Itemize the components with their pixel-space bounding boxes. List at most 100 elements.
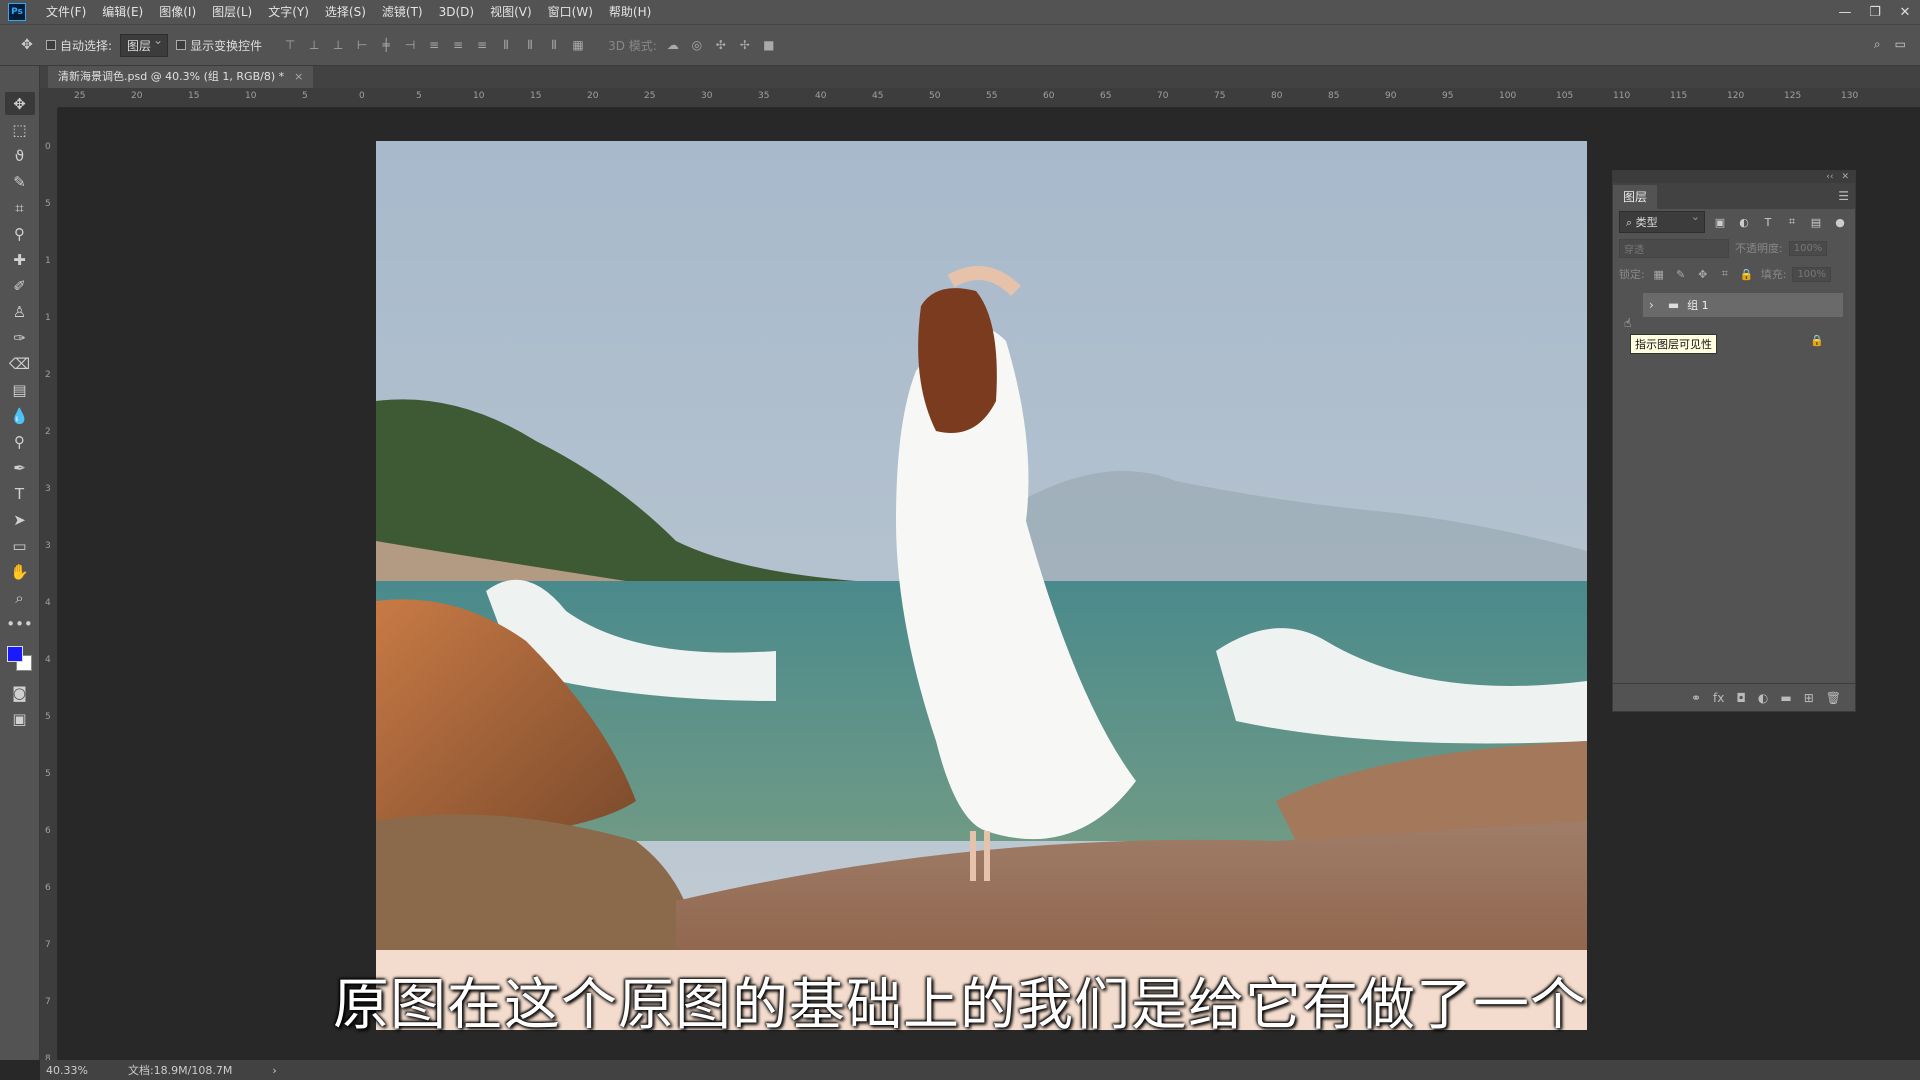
align-hcenter-icon[interactable]: ╪ [378,37,394,53]
dodge-tool-icon[interactable]: ⚲ [5,430,35,453]
lasso-tool-icon[interactable]: ϑ [5,144,35,167]
adjustment-filter-icon[interactable]: ◐ [1735,216,1753,229]
close-tab-icon[interactable]: × [294,66,303,88]
pixel-filter-icon[interactable]: ▣ [1711,216,1729,229]
link-layers-icon[interactable]: ⚭ [1691,691,1701,705]
lock-image-icon[interactable]: ✎ [1673,268,1689,281]
blend-mode-dropdown[interactable]: 穿透 [1619,238,1729,258]
align-right-icon[interactable]: ⊣ [402,37,418,53]
type-tool-icon[interactable]: T [5,482,35,505]
blur-tool-icon[interactable]: 💧 [5,404,35,427]
auto-select-checkbox[interactable]: 自动选择: [46,37,112,54]
tab-layers[interactable]: 图层 [1613,185,1658,209]
fill-field[interactable]: 100% [1792,266,1832,282]
new-group-icon[interactable]: ▬ [1780,691,1791,705]
history-brush-tool-icon[interactable]: ✑ [5,326,35,349]
align-vcenter-icon[interactable]: ⊥ [306,37,322,53]
lock-transparent-icon[interactable]: ▦ [1651,268,1667,281]
workspace-icon[interactable]: ▭ [1895,37,1906,52]
menu-edit[interactable]: 编辑(E) [94,0,151,24]
ruler-tick-label: 100 [1499,91,1517,101]
layer-row-group-1[interactable]: › ▬ 组 1 [1643,293,1843,317]
checkbox-box[interactable] [176,40,187,50]
eyedropper-tool-icon[interactable]: ⚲ [5,222,35,245]
align-top-icon[interactable]: ⊤ [282,37,298,53]
lock-all-icon[interactable]: 🔒 [1739,268,1755,281]
lock-position-icon[interactable]: ✥ [1695,268,1711,281]
screen-mode-icon[interactable]: ▣ [5,707,35,730]
move-tool-icon[interactable]: ✥ [16,37,38,53]
orbit-3d-icon[interactable]: ☁ [665,37,681,53]
ruler-tick-label: 5 [45,199,51,209]
adjustment-layer-icon[interactable]: ◐ [1758,691,1768,705]
more-tools-icon[interactable]: ••• [5,612,35,635]
distribute-left-icon[interactable]: ⫴ [498,37,514,53]
filter-toggle-icon[interactable]: ● [1831,216,1849,229]
align-left-icon[interactable]: ⊢ [354,37,370,53]
menu-window[interactable]: 窗口(W) [540,0,601,24]
menu-image[interactable]: 图像(I) [151,0,204,24]
close-window-icon[interactable]: ✕ [1890,0,1920,24]
collapse-panel-icon[interactable]: ‹‹ [1826,171,1833,183]
expand-chevron-icon[interactable]: › [1649,298,1654,312]
scale-3d-icon[interactable]: ■ [761,37,777,53]
healing-brush-tool-icon[interactable]: ✚ [5,248,35,271]
slide-3d-icon[interactable]: ✢ [737,37,753,53]
menu-view[interactable]: 视图(V) [482,0,540,24]
checkbox-box[interactable] [46,40,56,50]
restore-icon[interactable]: ❐ [1860,0,1890,24]
move-tool-icon[interactable]: ✥ [4,92,35,115]
eraser-tool-icon[interactable]: ⌫ [5,352,35,375]
path-selection-tool-icon[interactable]: ➤ [5,508,35,531]
zoom-level[interactable]: 40.33% [46,1064,88,1077]
clone-stamp-tool-icon[interactable]: ♙ [5,300,35,323]
zoom-tool-icon[interactable]: ⌕ [5,586,35,609]
drag-3d-icon[interactable]: ✣ [713,37,729,53]
minimize-icon[interactable]: — [1830,0,1860,24]
auto-select-target-dropdown[interactable]: 图层 [120,33,169,57]
menu-help[interactable]: 帮助(H) [601,0,659,24]
filter-kind-dropdown[interactable]: ⌕ 类型 [1619,210,1705,233]
menu-type[interactable]: 文字(Y) [260,0,317,24]
layer-style-icon[interactable]: fx [1713,691,1724,705]
show-transform-controls-checkbox[interactable]: 显示变换控件 [176,37,262,54]
options-right-group: ⌕ ▭ [1874,37,1906,52]
smart-object-filter-icon[interactable]: ▤ [1807,216,1825,229]
menu-layer[interactable]: 图层(L) [204,0,260,24]
mouse-cursor-icon: ☝ [1624,316,1632,330]
pen-tool-icon[interactable]: ✒ [5,456,35,479]
quick-select-tool-icon[interactable]: ✎ [5,170,35,193]
menu-3d[interactable]: 3D(D) [431,0,482,24]
delete-layer-icon[interactable]: 🗑 [1826,691,1841,705]
distribute-bottom-icon[interactable]: ≡ [474,37,490,53]
lock-artboard-icon[interactable]: ⌗ [1717,267,1733,281]
roll-3d-icon[interactable]: ◎ [689,37,705,53]
type-filter-icon[interactable]: T [1759,216,1777,229]
search-icon[interactable]: ⌕ [1874,37,1881,52]
quick-mask-icon[interactable]: ◙ [5,681,35,704]
brush-tool-icon[interactable]: ✐ [5,274,35,297]
distribute-top-icon[interactable]: ≡ [426,37,442,53]
shape-filter-icon[interactable]: ⌗ [1783,215,1801,229]
align-bottom-icon[interactable]: ⊥ [330,37,346,53]
distribute-right-icon[interactable]: ⫴ [546,37,562,53]
menu-filter[interactable]: 滤镜(T) [374,0,431,24]
gradient-tool-icon[interactable]: ▤ [5,378,35,401]
hand-tool-icon[interactable]: ✋ [5,560,35,583]
opacity-field[interactable]: 100% [1788,240,1828,256]
menu-file[interactable]: 文件(F) [38,0,94,24]
document-tab[interactable]: 清新海景调色.psd @ 40.3% (组 1, RGB/8) * × [48,66,314,88]
crop-tool-icon[interactable]: ⌗ [5,196,35,219]
add-mask-icon[interactable]: ◘ [1736,691,1746,705]
foreground-color-swatch[interactable] [6,646,23,662]
status-expand-icon[interactable]: › [272,1064,276,1077]
distribute-hcenter-icon[interactable]: ⫴ [522,37,538,53]
panel-menu-icon[interactable]: ☰ [1838,189,1849,203]
new-layer-icon[interactable]: ⊞ [1804,691,1814,705]
rectangle-tool-icon[interactable]: ▭ [5,534,35,557]
menu-select[interactable]: 选择(S) [317,0,374,24]
close-panel-icon[interactable]: ✕ [1841,171,1849,183]
auto-align-icon[interactable]: ▦ [570,37,586,53]
marquee-tool-icon[interactable]: ⬚ [5,118,35,141]
distribute-vcenter-icon[interactable]: ≡ [450,37,466,53]
